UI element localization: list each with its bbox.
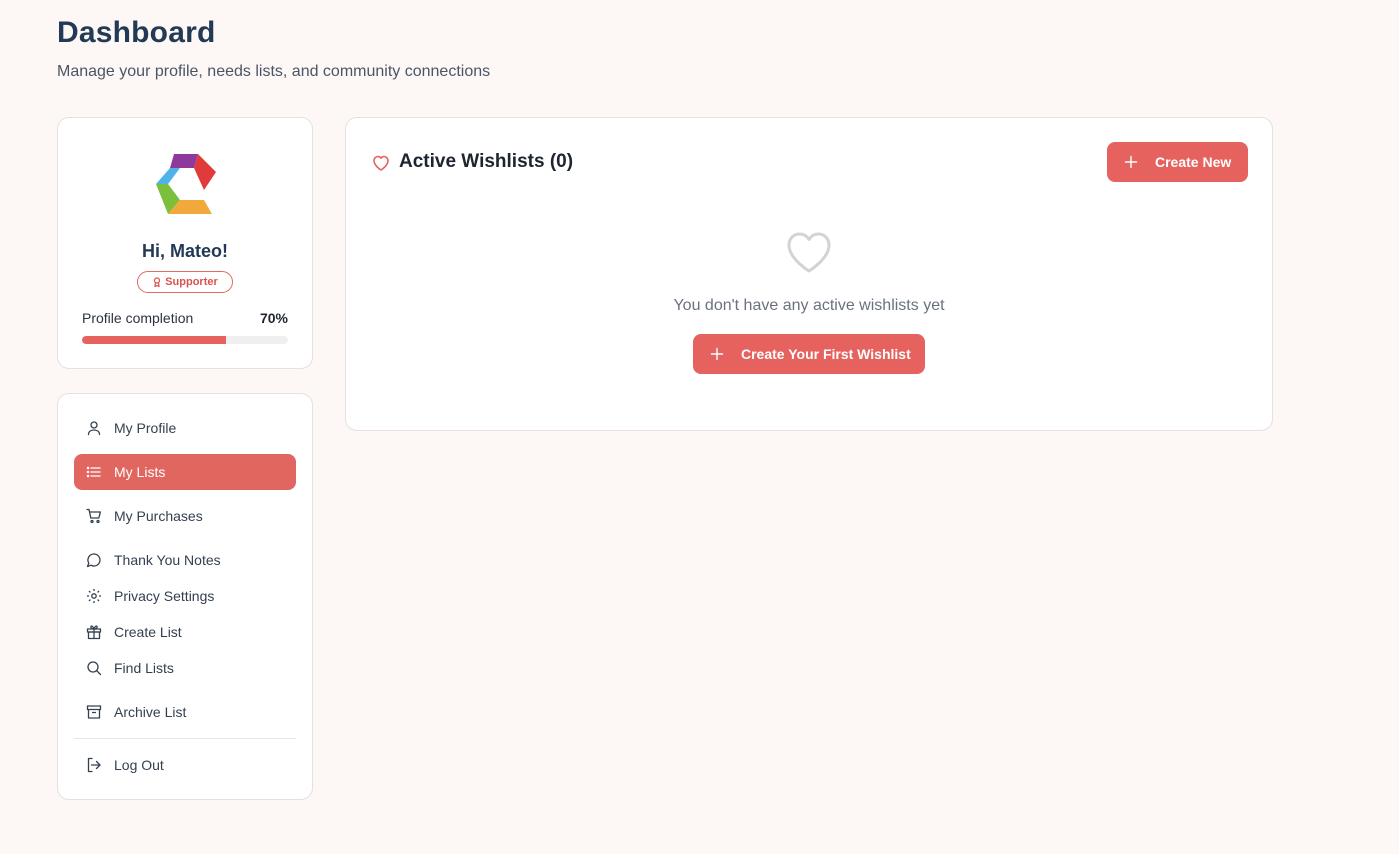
page-subtitle: Manage your profile, needs lists, and co… [57, 63, 491, 80]
empty-heart-icon [787, 232, 831, 273]
sidebar-item-my-lists[interactable]: My Lists [74, 454, 296, 490]
empty-state-text: You don't have any active wishlists yet [673, 297, 945, 314]
gift-icon [86, 624, 102, 640]
user-icon [86, 420, 102, 436]
status-badge-label: Supporter [165, 276, 218, 288]
gear-icon [86, 588, 102, 604]
profile-card: Hi, Mateo! Supporter Profile completion … [57, 117, 313, 369]
sidebar-item-archive-list[interactable]: Archive List [74, 694, 296, 730]
logout-icon [86, 757, 102, 773]
sidebar-item-label: Privacy Settings [114, 588, 215, 604]
greeting: Hi, Mateo! [141, 241, 228, 261]
create-new-label: Create New [1155, 154, 1232, 170]
status-badge: Supporter [137, 271, 233, 293]
sidebar-item-label: My Lists [114, 464, 166, 480]
create-first-wishlist-button[interactable]: Create Your First Wishlist [693, 334, 925, 374]
sidebar-item-label: Log Out [114, 757, 164, 773]
heart-icon [373, 155, 389, 171]
profile-completion-value: 70% [259, 310, 288, 326]
sidebar-item-label: My Profile [114, 420, 177, 436]
create-new-button[interactable]: Create New [1107, 142, 1248, 182]
profile-completion-fill [82, 336, 227, 344]
logo-icon [156, 154, 216, 214]
page-title: Dashboard [57, 16, 216, 49]
sidebar-item-find-lists[interactable]: Find Lists [74, 650, 296, 686]
sidebar-item-thank-you-notes[interactable]: Thank You Notes [74, 542, 296, 578]
wishlists-title: Active Wishlists (0) [399, 151, 574, 172]
search-icon [86, 660, 102, 676]
sidebar-item-log-out[interactable]: Log Out [74, 747, 296, 783]
sidebar-item-my-purchases[interactable]: My Purchases [74, 498, 296, 534]
plus-icon [1123, 154, 1139, 170]
award-icon [154, 277, 161, 287]
list-icon [86, 464, 102, 480]
sidebar-item-label: Find Lists [114, 660, 174, 676]
message-icon [86, 552, 102, 568]
sidebar-item-privacy-settings[interactable]: Privacy Settings [74, 578, 296, 614]
profile-completion-label: Profile completion [82, 310, 194, 326]
profile-completion-bar [82, 336, 288, 344]
create-first-wishlist-label: Create Your First Wishlist [741, 346, 911, 362]
sidebar-item-label: Archive List [114, 704, 187, 720]
plus-icon [709, 346, 725, 362]
nav-divider [74, 738, 296, 739]
sidebar-item-create-list[interactable]: Create List [74, 614, 296, 650]
sidebar-nav: My Profile My Lists My Purchases Thank Y… [57, 393, 313, 800]
sidebar-item-label: My Purchases [114, 508, 203, 524]
cart-icon [86, 508, 102, 524]
sidebar-item-my-profile[interactable]: My Profile [74, 410, 296, 446]
active-wishlists-card: Active Wishlists (0) Create New You don'… [345, 117, 1273, 431]
archive-icon [86, 704, 102, 720]
sidebar-item-label: Thank You Notes [114, 552, 221, 568]
sidebar-item-label: Create List [114, 624, 182, 640]
